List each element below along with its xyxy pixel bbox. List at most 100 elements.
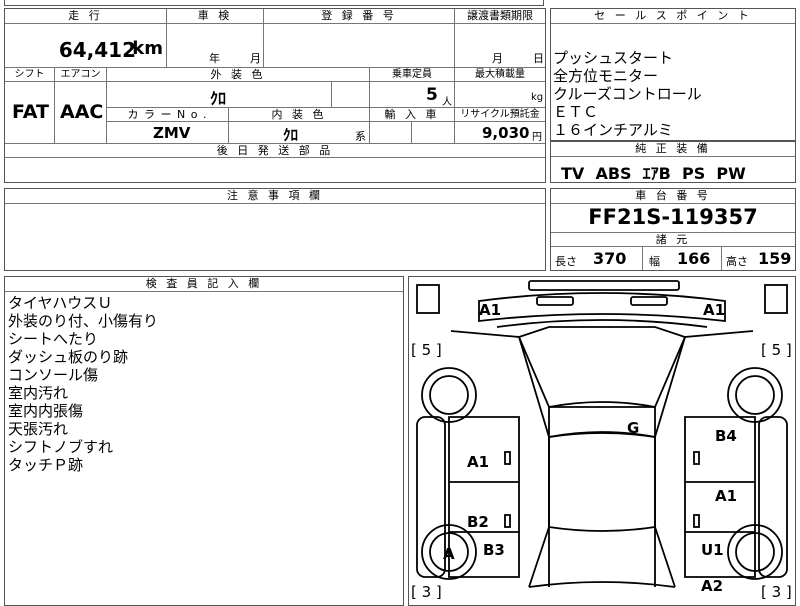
- mark-front-right: A1: [703, 301, 726, 319]
- transfer-cell: 月 日: [455, 24, 545, 68]
- interior-color-value: ｸﾛ: [283, 126, 299, 144]
- exterior-color-extra: [332, 82, 370, 108]
- color-no-header: カ ラ ー N o .: [107, 108, 229, 122]
- color-no-value: ZMV: [153, 124, 191, 142]
- mileage-cell: 64,412 km: [5, 24, 167, 68]
- mark-left-front-door: A1: [467, 453, 490, 471]
- ac-cell: AAC: [55, 82, 107, 144]
- exterior-color-cell: ｸﾛ: [107, 82, 332, 108]
- notes-panel: 注 意 事 項 欄: [4, 188, 546, 271]
- mark-left-rear-door: B2: [467, 513, 489, 531]
- sales-point-item: ＥＴＣ: [553, 103, 599, 121]
- inspector-item: 室内汚れ: [8, 384, 69, 402]
- mark-front-left: A1: [479, 301, 502, 319]
- transfer-month: 月: [492, 52, 503, 65]
- spec-height-value: 159: [758, 249, 792, 268]
- spec-width-label: 幅: [649, 255, 660, 268]
- capacity-value: 5: [426, 85, 438, 105]
- mileage-unit: km: [132, 38, 163, 59]
- standard-equipment-panel: 純 正 装 備 TV ABS ｴｱB PS PW: [550, 141, 796, 183]
- top-strip: [4, 0, 544, 6]
- later-parts-area: [5, 158, 545, 182]
- inspector-item: タッチＰ跡: [8, 456, 84, 474]
- chassis-value: FF21S-119357: [588, 205, 758, 229]
- recycle-unit: 円: [532, 132, 542, 143]
- standard-equipment-header: 純 正 装 備: [551, 142, 795, 157]
- sales-points-panel: セ ー ル ス ポ イ ン ト プッシュスタート 全方位モニター クルーズコント…: [550, 8, 796, 141]
- inspector-list: タイヤハウスＵ 外装のり付、小傷有り シートへたり ダッシュ板のり跡 コンソール…: [8, 294, 158, 474]
- shift-cell: FAT: [5, 82, 55, 144]
- notes-header: 注 意 事 項 欄: [5, 189, 545, 204]
- mark-right-front-door: B4: [715, 427, 737, 445]
- vehicle-info-form: 走 行 車 検 登 録 番 号 譲渡書類期限 64,412 km 年 月 月 日…: [4, 8, 546, 183]
- inspector-item: ダッシュ板のり跡: [8, 348, 129, 366]
- spec-height-label: 高さ: [726, 255, 748, 268]
- recycle-cell: 9,030 円: [455, 122, 545, 144]
- inspector-item: シートへたり: [8, 330, 99, 348]
- chassis-panel: 車 台 番 号 FF21S-119357 諸 元 長さ 370 幅 166 高さ…: [550, 188, 796, 271]
- inspector-item: 外装のり付、小傷有り: [8, 312, 159, 330]
- car-diagram: [416, 280, 788, 588]
- spec-width: 幅 166: [643, 247, 722, 270]
- interior-color-header: 内 装 色: [229, 108, 370, 122]
- mark-right-rear: A2: [701, 577, 724, 595]
- specs-header: 諸 元: [551, 232, 795, 247]
- mark-tire-left-rear: [ 3 ]: [411, 583, 442, 601]
- max-load-cell: kg: [455, 82, 545, 108]
- inspector-panel: 検 査 員 記 入 欄 タイヤハウスＵ 外装のり付、小傷有り シートへたり ダッ…: [4, 276, 404, 606]
- inspection-cell: 年 月: [167, 24, 264, 68]
- inspector-item: シフトノブすれ: [8, 438, 114, 456]
- mark-right-rear-quarter: U1: [701, 541, 724, 559]
- ac-header: エアコン: [55, 68, 107, 82]
- mark-right-rear-door: A1: [715, 487, 738, 505]
- inspector-header: 検 査 員 記 入 欄: [5, 277, 403, 292]
- chassis-header: 車 台 番 号: [551, 189, 795, 204]
- interior-color-cell: ｸﾛ 系: [229, 122, 370, 144]
- sales-point-item: １６インチアルミ: [553, 121, 673, 139]
- capacity-unit: 人: [442, 97, 452, 108]
- sales-points-list: プッシュスタート 全方位モニター クルーズコントロール ＥＴＣ １６インチアルミ: [553, 49, 702, 139]
- mark-left-rear-quarter: B3: [483, 541, 505, 559]
- max-load-unit: kg: [531, 92, 544, 103]
- inspector-item: 室内内張傷: [8, 402, 84, 420]
- mark-left-rear-wheel: A: [443, 545, 455, 563]
- interior-color-suffix: 系: [355, 130, 366, 143]
- spec-width-value: 166: [677, 249, 711, 268]
- sales-points-header: セ ー ル ス ポ イ ン ト: [551, 9, 795, 24]
- inspection-year: 年: [209, 52, 220, 65]
- later-parts-header: 後 日 発 送 部 品: [5, 144, 545, 158]
- exterior-color-value: ｸﾛ: [210, 89, 227, 108]
- exterior-color-header: 外 装 色: [107, 68, 370, 82]
- car-diagram-panel: A1 A1 [ 5 ] [ 5 ] G A1 B4 A1 B2 B3 A U1 …: [408, 276, 796, 606]
- spec-length: 長さ 370: [551, 247, 643, 270]
- mark-tire-right-front: [ 5 ]: [761, 341, 792, 359]
- ac-value: AAC: [60, 101, 104, 123]
- mileage-header: 走 行: [5, 9, 167, 24]
- sales-point-item: プッシュスタート: [553, 49, 674, 67]
- mark-roof: G: [627, 419, 640, 437]
- inspector-item: コンソール傷: [8, 366, 99, 384]
- registration-header: 登 録 番 号: [264, 9, 455, 24]
- shift-value: FAT: [12, 101, 49, 123]
- color-no-cell: ZMV: [107, 122, 229, 144]
- spec-length-label: 長さ: [555, 255, 577, 268]
- shift-header: シフト: [5, 68, 55, 82]
- inspector-item: タイヤハウスＵ: [8, 294, 113, 312]
- sales-point-item: クルーズコントロール: [553, 85, 702, 103]
- capacity-header: 乗車定員: [370, 68, 455, 82]
- transfer-header: 譲渡書類期限: [455, 9, 545, 24]
- inspection-month: 月: [250, 52, 261, 65]
- import-header: 輸 入 車: [370, 108, 455, 122]
- spec-length-value: 370: [593, 249, 627, 268]
- sales-point-item: 全方位モニター: [553, 67, 659, 85]
- import-cell-2: [412, 122, 455, 144]
- import-cell-1: [370, 122, 412, 144]
- registration-cell: [264, 24, 455, 68]
- mileage-value: 64,412: [58, 38, 136, 62]
- mark-tire-left-front: [ 5 ]: [411, 341, 442, 359]
- mark-tire-right-rear: [ 3 ]: [761, 583, 792, 601]
- capacity-cell: 5 人: [370, 82, 455, 108]
- max-load-header: 最大積載量: [455, 68, 545, 82]
- transfer-day: 日: [533, 52, 544, 65]
- spec-height: 高さ 159: [722, 247, 795, 270]
